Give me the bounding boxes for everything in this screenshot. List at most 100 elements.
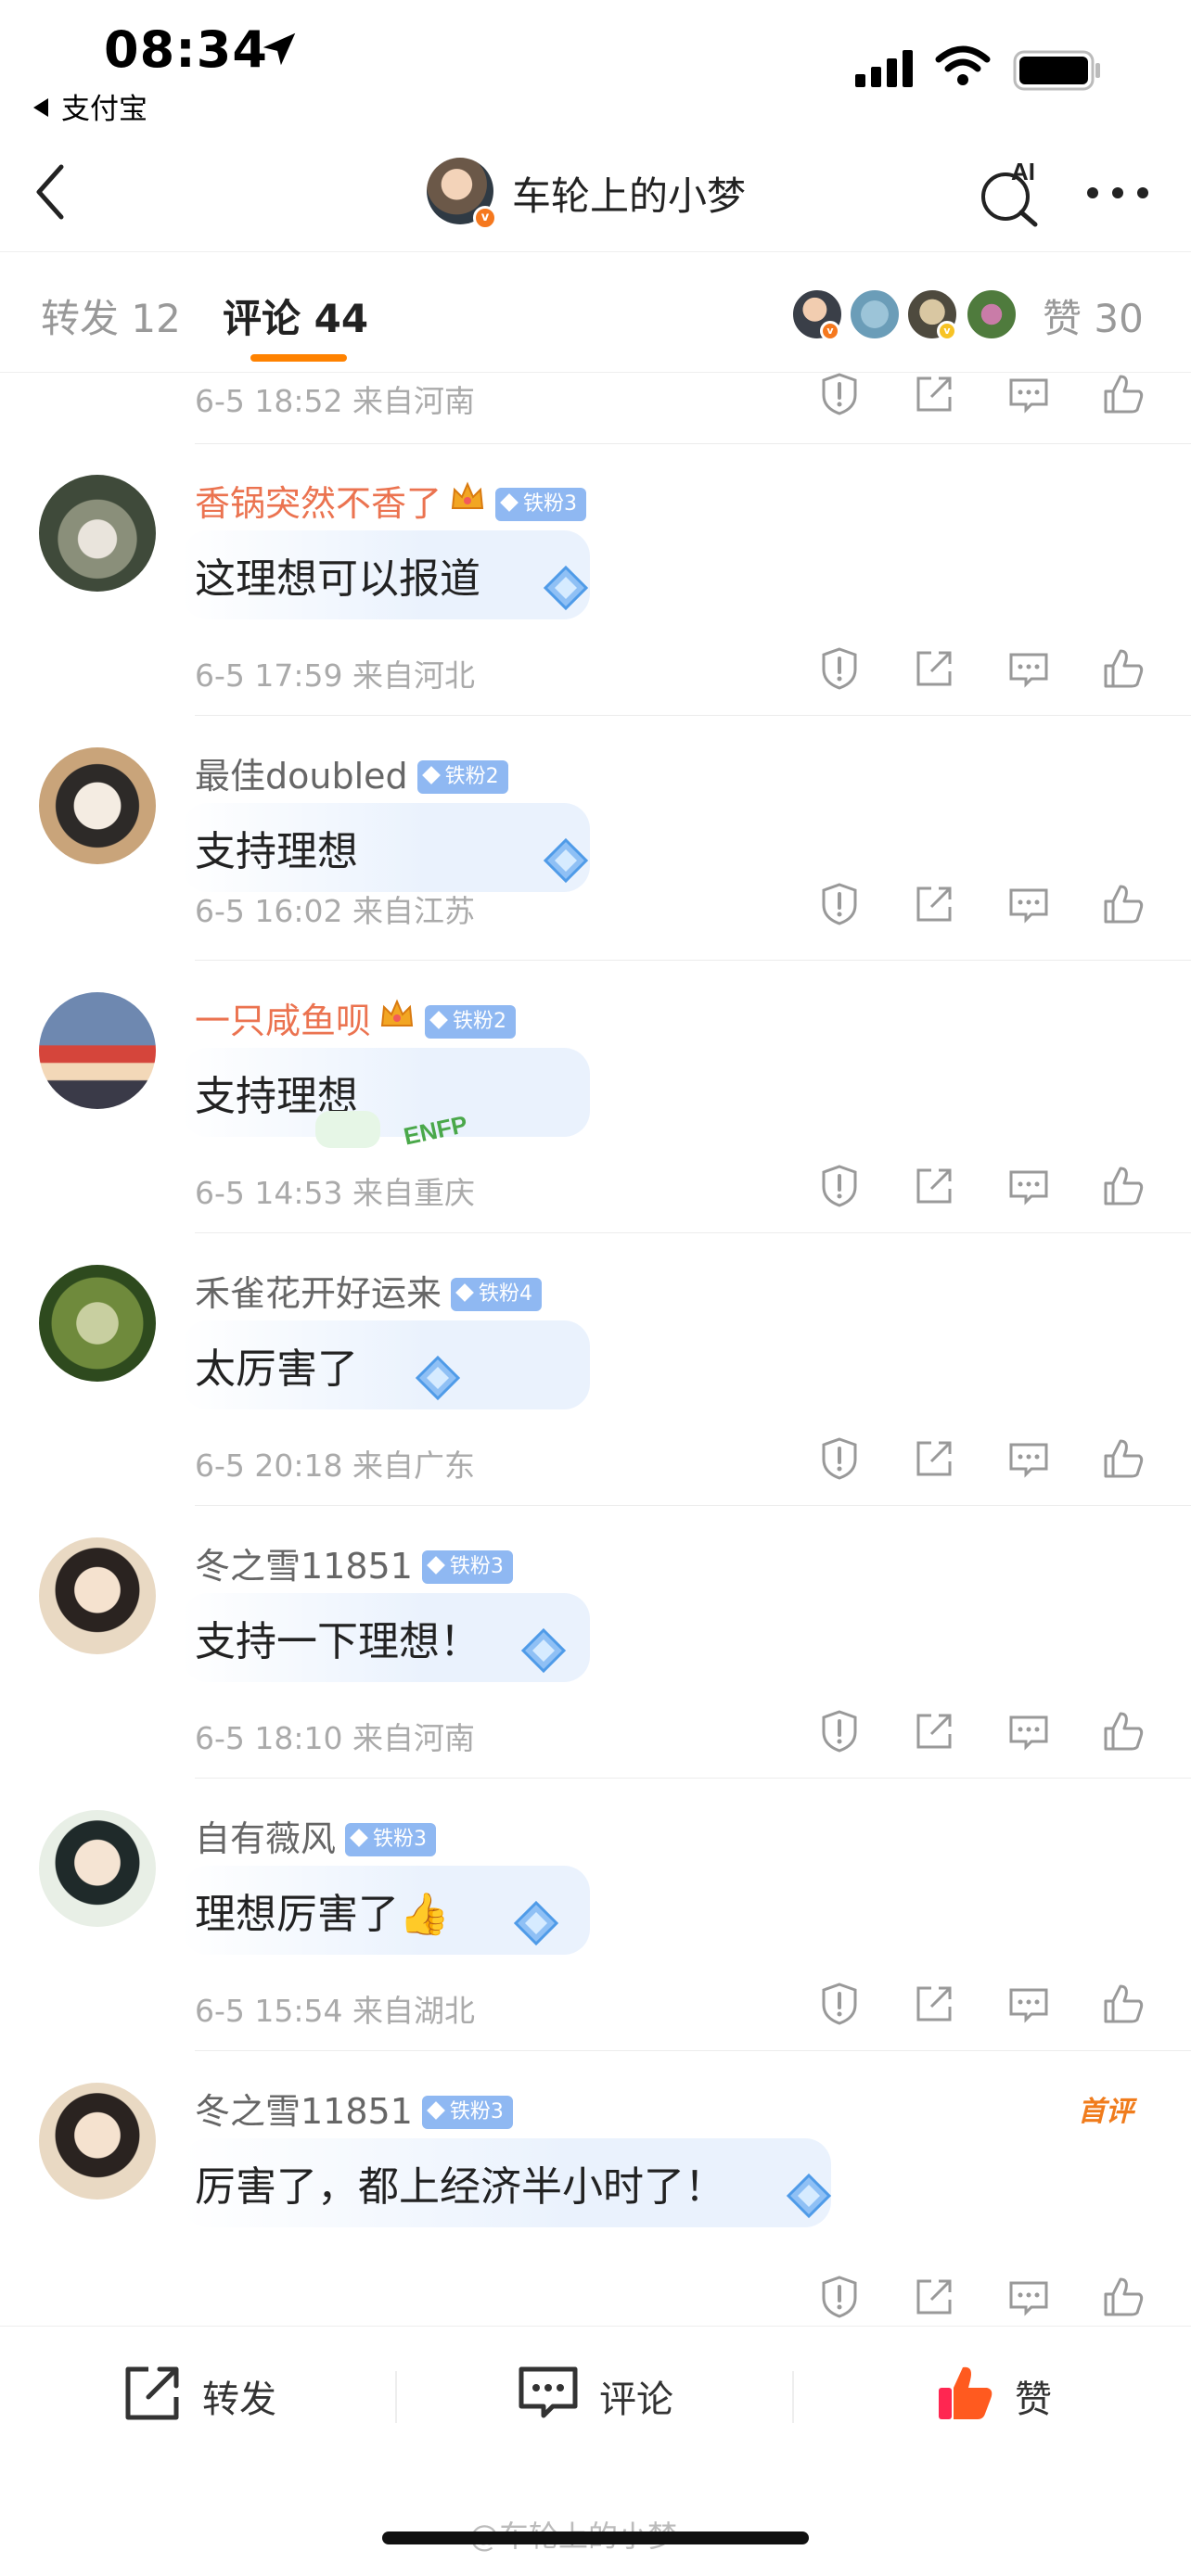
like-icon[interactable] (1100, 2274, 1146, 2320)
comment-item[interactable]: 一只咸鱼呗 铁粉2 支持理想 ENFP 6-5 14:53 来自重庆 (0, 961, 1191, 1233)
more-icon[interactable] (1085, 185, 1150, 200)
share-icon[interactable] (911, 1708, 957, 1754)
commenter-name[interactable]: 禾雀花开好运来 (195, 1273, 442, 1314)
commenter-name[interactable]: 自有薇风 (195, 1818, 336, 1859)
like-icon[interactable] (1100, 1435, 1146, 1482)
comment-text[interactable]: 理想厉害了👍 (195, 1881, 450, 1940)
reply-icon[interactable] (1005, 2274, 1052, 2320)
share-icon[interactable] (911, 2274, 957, 2320)
commenter-name-row[interactable]: 禾雀花开好运来 铁粉4 (195, 1265, 543, 1316)
comment-item[interactable]: 自有薇风 铁粉3 理想厉害了👍 6-5 15:54 来自湖北 (0, 1779, 1191, 2051)
like-icon[interactable] (1100, 645, 1146, 692)
reply-icon[interactable] (1005, 881, 1052, 927)
tab-like[interactable]: 赞 30 (1043, 287, 1144, 344)
comment-button[interactable]: 评论 (599, 2369, 673, 2423)
back-triangle-icon (33, 98, 48, 117)
share-icon[interactable] (911, 645, 957, 692)
report-icon[interactable] (816, 1981, 863, 2027)
comment-item[interactable]: 禾雀花开好运来 铁粉4 太厉害了 6-5 20:18 来自广东 (0, 1233, 1191, 1506)
nav-title[interactable]: 车轮上的小梦 (512, 165, 746, 222)
reply-icon[interactable] (1005, 1163, 1052, 1209)
share-icon[interactable] (911, 1981, 957, 2027)
comment-meta: 6-5 20:18 来自广东 (195, 1447, 475, 1484)
like-filled-icon[interactable] (933, 2360, 998, 2425)
liker-avatar[interactable] (848, 287, 902, 341)
report-icon[interactable] (816, 371, 863, 417)
like-icon[interactable] (1100, 371, 1146, 417)
location-arrow-icon (263, 32, 296, 66)
repost-button[interactable]: 转发 (202, 2369, 276, 2423)
like-icon[interactable] (1100, 881, 1146, 927)
back-to-app-link[interactable]: 支付宝 (33, 85, 147, 127)
report-icon[interactable] (816, 1435, 863, 1482)
like-icon[interactable] (1100, 1708, 1146, 1754)
like-button[interactable]: 赞 (1015, 2369, 1052, 2423)
fan-level-label: 铁粉4 (479, 1282, 533, 1306)
comment-meta: 6-5 17:59 来自河北 (195, 657, 475, 694)
reply-icon[interactable] (1005, 1435, 1052, 1482)
diamond-icon (426, 1556, 445, 1575)
comment-meta: 6-5 18:52 来自河南 (195, 383, 475, 419)
commenter-name-row[interactable]: 自有薇风 铁粉3 (195, 1810, 437, 1861)
report-icon[interactable] (816, 1163, 863, 1209)
commenter-name-row[interactable]: 最佳doubled 铁粉2 (195, 747, 508, 798)
status-bar: 08:34 支付宝 (0, 0, 1191, 139)
first-comment-badge: 首评 (1078, 2096, 1133, 2128)
back-app-label: 支付宝 (61, 93, 147, 126)
reply-icon[interactable] (1005, 371, 1052, 417)
comment-text[interactable]: 厉害了，都上经济半小时了！ (195, 2153, 725, 2213)
home-indicator[interactable] (382, 2531, 809, 2544)
comment-item[interactable]: 冬之雪11851 铁粉3 支持一下理想！ 6-5 18:10 来自河南 (0, 1506, 1191, 1779)
commenter-name-row[interactable]: 一只咸鱼呗 铁粉2 (195, 992, 517, 1043)
comment-icon[interactable] (516, 2360, 581, 2425)
liker-avatar[interactable] (965, 287, 1018, 341)
verified-badge-icon: v (820, 321, 840, 341)
commenter-name-row[interactable]: 香锅突然不香了 铁粉3 (195, 475, 587, 526)
commenter-avatar[interactable] (39, 2083, 156, 2200)
ai-search-icon[interactable]: AI (976, 158, 1046, 228)
fan-level-label: 铁粉3 (449, 1555, 504, 1578)
share-icon[interactable] (911, 881, 957, 927)
reply-icon[interactable] (1005, 1981, 1052, 2027)
report-icon[interactable] (816, 2274, 863, 2320)
reply-icon[interactable] (1005, 645, 1052, 692)
commenter-avatar[interactable] (39, 747, 156, 864)
fan-level-label: 铁粉3 (373, 1828, 428, 1851)
comment-text[interactable]: 支持理想 (195, 818, 358, 877)
commenter-name-row[interactable]: 冬之雪11851 铁粉3 (195, 1537, 513, 1588)
share-icon[interactable] (911, 1435, 957, 1482)
commenter-name[interactable]: 一只咸鱼呗 (195, 1001, 371, 1041)
diamond-icon (520, 1627, 567, 1674)
commenter-avatar[interactable] (39, 475, 156, 592)
commenter-name-row[interactable]: 冬之雪11851 铁粉3 (195, 2083, 513, 2134)
commenter-avatar[interactable] (39, 1537, 156, 1654)
report-icon[interactable] (816, 645, 863, 692)
like-icon[interactable] (1100, 1981, 1146, 2027)
tab-comment[interactable]: 评论 44 (223, 287, 368, 344)
comment-actions (816, 371, 1150, 423)
diamond-icon (513, 1900, 559, 1946)
comment-text[interactable]: 这理想可以报道 (195, 545, 480, 605)
comment-item[interactable]: 冬之雪11851 铁粉3 厉害了，都上经济半小时了！ 首评 (0, 2051, 1191, 2326)
tab-repost[interactable]: 转发 12 (41, 287, 181, 344)
repost-icon[interactable] (121, 2360, 186, 2425)
comment-item[interactable]: 香锅突然不香了 铁粉3 这理想可以报道 6-5 17:59 来自河北 (0, 443, 1191, 716)
report-icon[interactable] (816, 881, 863, 927)
report-icon[interactable] (816, 1708, 863, 1754)
commenter-avatar[interactable] (39, 1265, 156, 1382)
commenter-name[interactable]: 最佳doubled (195, 756, 408, 797)
like-icon[interactable] (1100, 1163, 1146, 1209)
commenter-avatar[interactable] (39, 992, 156, 1109)
commenter-name[interactable]: 冬之雪11851 (195, 1546, 413, 1587)
commenter-avatar[interactable] (39, 1810, 156, 1927)
back-icon[interactable] (28, 159, 74, 224)
fan-level-label: 铁粉2 (444, 765, 499, 788)
share-icon[interactable] (911, 371, 957, 417)
commenter-name[interactable]: 香锅突然不香了 (195, 483, 442, 524)
commenter-name[interactable]: 冬之雪11851 (195, 2091, 413, 2132)
reply-icon[interactable] (1005, 1708, 1052, 1754)
comment-text[interactable]: 支持一下理想！ (195, 1608, 480, 1667)
comment-item[interactable]: 最佳doubled 铁粉2 支持理想 6-5 16:02 来自江苏 (0, 716, 1191, 961)
comment-text[interactable]: 太厉害了 (195, 1335, 358, 1395)
share-icon[interactable] (911, 1163, 957, 1209)
